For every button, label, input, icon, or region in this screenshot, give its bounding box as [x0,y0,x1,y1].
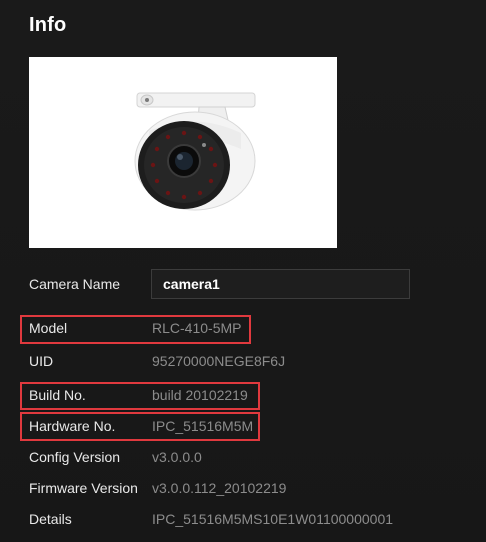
camera-image [29,57,337,248]
hardware-no-value: IPC_51516M5M [152,418,254,434]
camera-name-input[interactable] [151,269,410,299]
uid-row: UID 95270000NEGE8F6J [29,347,285,375]
uid-label: UID [29,353,54,369]
config-version-row: Config Version v3.0.0.0 [29,443,202,471]
model-row: Model RLC-410-5MP [29,314,241,342]
firmware-version-row: Firmware Version v3.0.0.112_20102219 [29,474,286,502]
camera-name-row: Camera Name [29,270,152,298]
model-label: Model [29,320,68,336]
details-value: IPC_51516M5MS10E1W01100000001 [152,511,394,527]
uid-value: 95270000NEGE8F6J [152,353,286,369]
build-no-value: build 20102219 [152,387,248,403]
build-no-label: Build No. [29,387,86,403]
build-no-row: Build No. build 20102219 [29,381,248,409]
firmware-version-label: Firmware Version [29,480,138,496]
hardware-no-label: Hardware No. [29,418,116,434]
model-value: RLC-410-5MP [152,320,242,336]
firmware-version-value: v3.0.0.112_20102219 [152,480,287,496]
hardware-no-row: Hardware No. IPC_51516M5M [29,412,253,440]
camera-name-label: Camera Name [29,276,121,292]
security-camera-icon [134,92,256,211]
page-title: Info [29,14,67,36]
config-version-label: Config Version [29,449,121,465]
details-row: Details IPC_51516M5MS10E1W01100000001 [29,505,393,533]
details-label: Details [29,511,72,527]
config-version-value: v3.0.0.0 [152,449,202,465]
info-page: Info Camera Name camera1 Model RLC-410-5… [0,0,486,542]
